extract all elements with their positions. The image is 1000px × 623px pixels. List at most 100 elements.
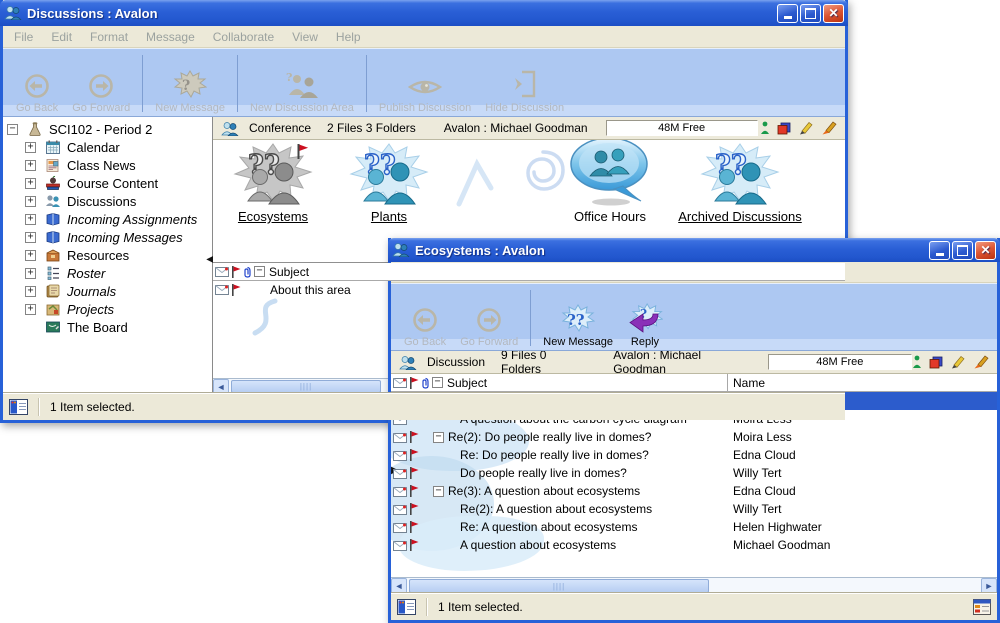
scroll-left-button[interactable]: ◄ xyxy=(213,379,229,394)
tree-expand-box[interactable]: + xyxy=(25,268,36,279)
message-list-header[interactable]: − Subject Name xyxy=(391,374,997,392)
message-row[interactable]: Re(2): A question about ecosystems Willy… xyxy=(391,500,997,518)
tree-item-resources[interactable]: + Resources xyxy=(3,246,212,264)
toolbar-new-message[interactable]: ?? New Message xyxy=(536,293,620,349)
app-icon[interactable] xyxy=(4,4,22,23)
message-row[interactable]: Re: A question about ecosystems Helen Hi… xyxy=(391,518,997,536)
tree-expand-box[interactable]: − xyxy=(7,124,18,135)
toolbar-new-message[interactable]: ? New Message xyxy=(148,59,232,115)
toolbar-button-label: New Discussion Area xyxy=(250,102,354,114)
message-author: Helen Highwater xyxy=(733,520,822,534)
collapse-all-box[interactable]: − xyxy=(254,266,265,277)
sign-icon[interactable] xyxy=(820,121,837,135)
close-button[interactable]: ✕ xyxy=(975,241,996,260)
bluebook-icon xyxy=(45,211,62,227)
message-row[interactable]: Do people really live in domes? Willy Te… xyxy=(391,464,997,482)
maximize-button[interactable] xyxy=(952,241,973,260)
toolbar-hide-discussion[interactable]: Hide Discussion xyxy=(478,59,571,115)
pane-kind-label: Conference xyxy=(249,121,311,135)
envelope-icon xyxy=(393,468,407,479)
minimize-button[interactable] xyxy=(929,241,950,260)
menu-message[interactable]: Message xyxy=(137,30,204,44)
tree-item-calendar[interactable]: + Calendar xyxy=(3,138,212,156)
toolbar-publish-discussion[interactable]: Publish Discussion xyxy=(372,59,478,115)
toolbar-go-forward[interactable]: Go Forward xyxy=(65,59,137,115)
tree-item-discussions[interactable]: + Discussions xyxy=(3,192,212,210)
tree-expand-box[interactable]: + xyxy=(25,232,36,243)
tree-expand-box[interactable]: + xyxy=(25,196,36,207)
scroll-left-button[interactable]: ◄ xyxy=(391,578,407,594)
subject-list-header[interactable]: − Subject xyxy=(213,263,845,281)
icon-archived-discussions[interactable]: ?? Archived Discussions xyxy=(665,144,815,224)
menu-help[interactable]: Help xyxy=(327,30,370,44)
close-button[interactable]: ✕ xyxy=(823,4,844,23)
message-subject: Re(2): Do people really live in domes? xyxy=(448,430,651,444)
tree-item-the-board[interactable]: The Board xyxy=(3,318,212,336)
toolbar-go-back[interactable]: Go Back xyxy=(397,293,453,349)
message-row[interactable]: − Re(2): Do people really live in domes?… xyxy=(391,428,997,446)
horizontal-scrollbar[interactable]: ◄ ► xyxy=(391,577,997,594)
split-view-toggle-icon[interactable] xyxy=(397,599,416,615)
tree-item-projects[interactable]: + Projects xyxy=(3,300,212,318)
minimize-button[interactable] xyxy=(777,4,798,23)
toolbar-button-label: Hide Discussion xyxy=(485,102,564,114)
split-view-toggle-icon[interactable] xyxy=(9,399,28,415)
column-divider[interactable] xyxy=(727,374,728,391)
message-row[interactable]: Re: Do people really live in domes? Edna… xyxy=(391,446,997,464)
tree-item-roster[interactable]: + Roster xyxy=(3,264,212,282)
scrollbar-thumb[interactable] xyxy=(409,579,709,593)
message-subject: Re: A question about ecosystems xyxy=(448,520,637,534)
edit-icon[interactable] xyxy=(798,121,813,135)
message-row[interactable]: − Re(3): A question about ecosystems Edn… xyxy=(391,482,997,500)
tree-expand-box[interactable]: + xyxy=(25,178,36,189)
icon-plants[interactable]: ?? Plants xyxy=(339,144,439,224)
view-properties-icon[interactable] xyxy=(777,122,791,135)
sign-icon[interactable] xyxy=(972,355,989,369)
svg-text:?: ? xyxy=(286,71,292,84)
toolbar-go-forward[interactable]: Go Forward xyxy=(453,293,525,349)
edit-icon[interactable] xyxy=(950,355,965,369)
message-row[interactable]: About this area xyxy=(213,281,845,298)
icon-ecosystems[interactable]: ?? Ecosystems xyxy=(221,144,325,224)
menu-collaborate[interactable]: Collaborate xyxy=(204,30,283,44)
menu-view[interactable]: View xyxy=(283,30,327,44)
tree-expand-box[interactable]: + xyxy=(25,250,36,261)
message-row[interactable]: A question about ecosystems Michael Good… xyxy=(391,536,997,554)
scrollbar-thumb[interactable] xyxy=(231,380,381,393)
app-icon[interactable] xyxy=(392,241,410,260)
menu-format[interactable]: Format xyxy=(81,30,137,44)
who-is-online-icon[interactable] xyxy=(912,355,922,369)
tree-expand-box[interactable]: + xyxy=(25,304,36,315)
tree-item-incoming-assignments[interactable]: + Incoming Assignments xyxy=(3,210,212,228)
tree-item-course-content[interactable]: + Course Content xyxy=(3,174,212,192)
go-back-icon xyxy=(22,73,52,99)
tree-expand-box[interactable]: + xyxy=(25,286,36,297)
view-options-icon[interactable] xyxy=(973,599,991,615)
icon-office-hours[interactable]: Office Hours xyxy=(550,144,670,224)
flag-icon xyxy=(409,539,419,551)
tree-item-sci102-period-2[interactable]: − SCI102 - Period 2 xyxy=(3,120,212,138)
collapse-all-box[interactable]: − xyxy=(432,377,443,388)
menu-file[interactable]: File xyxy=(5,30,42,44)
scroll-right-button[interactable]: ► xyxy=(981,578,997,594)
toolbar-new-discussion-area[interactable]: ? New Discussion Area xyxy=(243,59,361,115)
titlebar[interactable]: Discussions : Avalon ✕ xyxy=(0,0,848,26)
tree-expand-box[interactable]: + xyxy=(25,160,36,171)
view-properties-icon[interactable] xyxy=(929,356,943,369)
titlebar[interactable]: Ecosystems : Avalon ✕ xyxy=(388,238,1000,262)
tree-item-class-news[interactable]: + Class News xyxy=(3,156,212,174)
toolbar-go-back[interactable]: Go Back xyxy=(9,59,65,115)
tree-item-journals[interactable]: + Journals xyxy=(3,282,212,300)
tree-item-incoming-messages[interactable]: + Incoming Messages xyxy=(3,228,212,246)
thread-collapse-box[interactable]: − xyxy=(433,432,444,443)
tree-expand-box[interactable]: + xyxy=(25,214,36,225)
thread-collapse-box[interactable]: − xyxy=(433,486,444,497)
flag-icon xyxy=(409,503,419,515)
who-is-online-icon[interactable] xyxy=(760,121,770,135)
menu-edit[interactable]: Edit xyxy=(42,30,81,44)
tree-expand-box[interactable]: + xyxy=(25,142,36,153)
new-message-gray-icon: ? xyxy=(173,70,207,99)
maximize-button[interactable] xyxy=(800,4,821,23)
bluebook-icon xyxy=(45,229,62,245)
toolbar-reply[interactable]: ? Reply xyxy=(620,293,670,349)
